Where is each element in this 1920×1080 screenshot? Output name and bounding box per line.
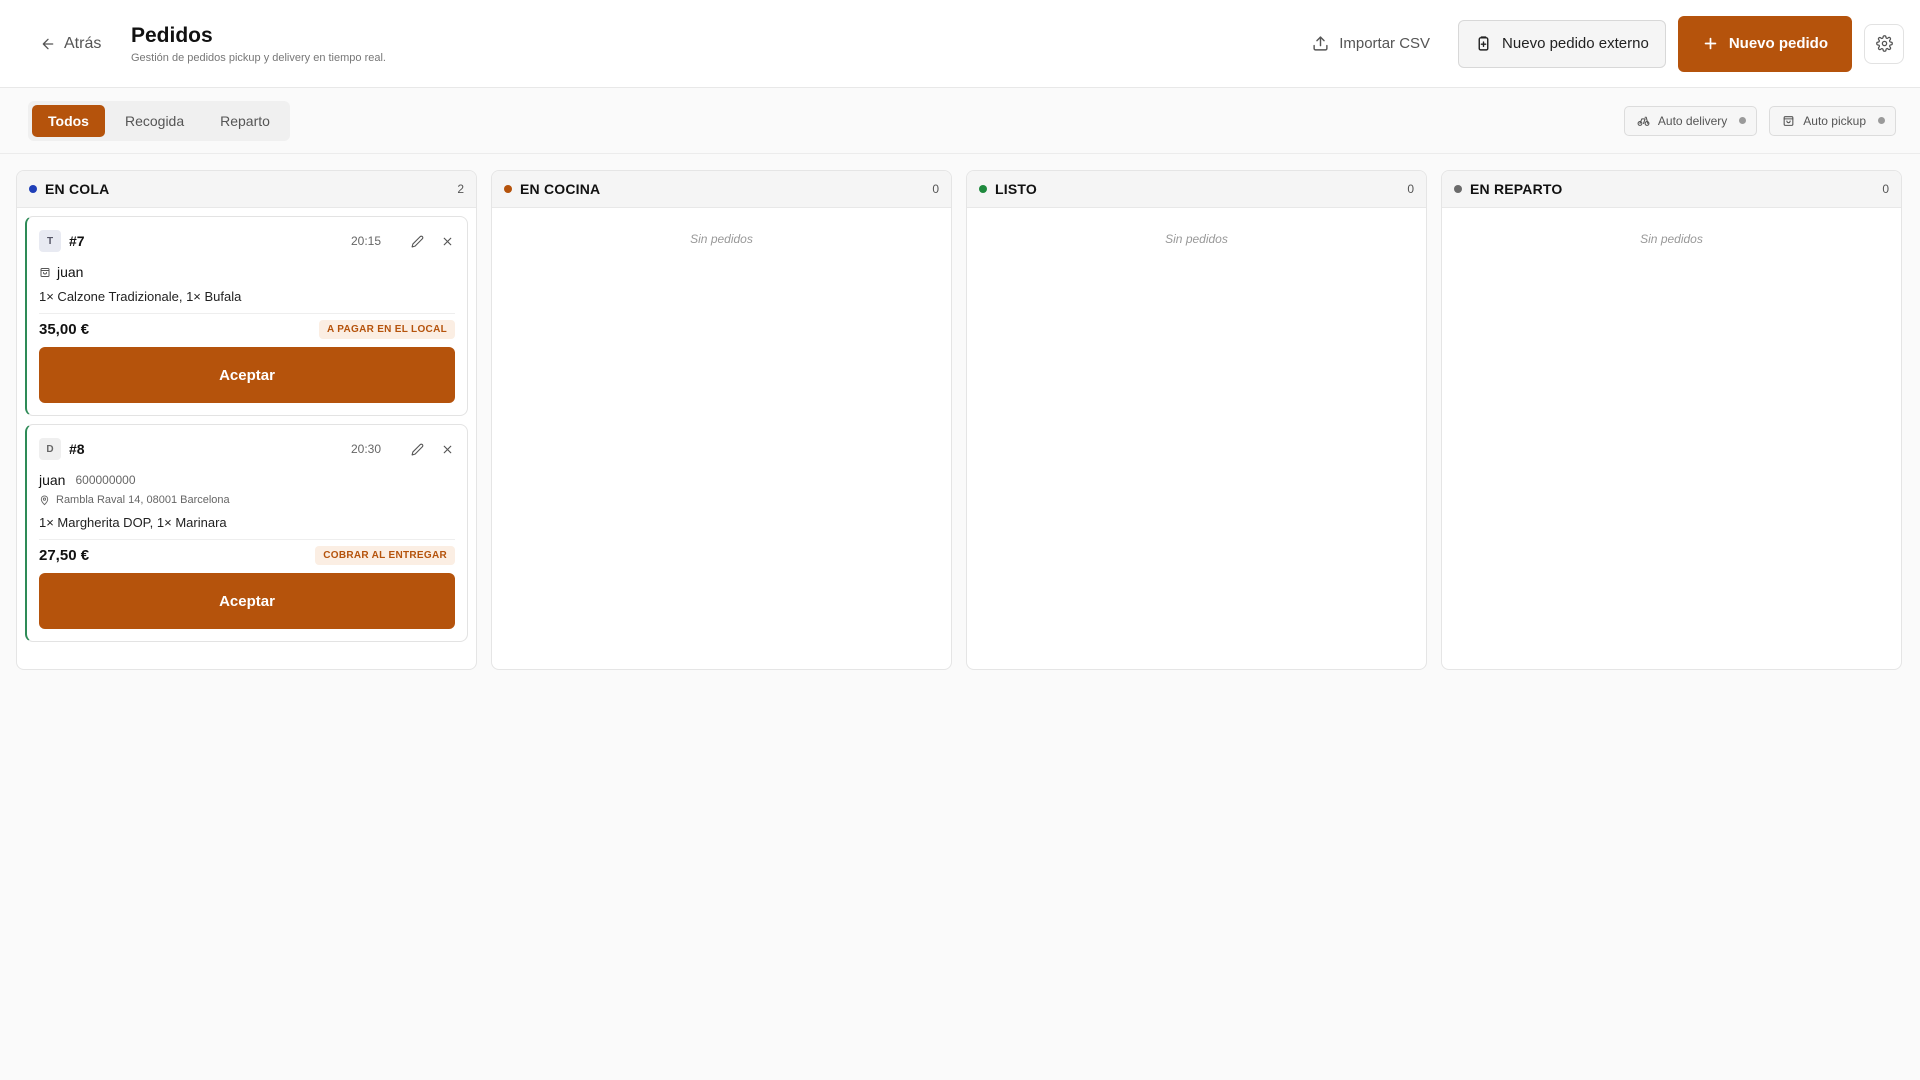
order-footer: 35,00 € A PAGAR EN EL LOCAL [39,313,455,339]
upload-icon [1313,36,1328,51]
order-time: 20:15 [350,234,381,248]
customer-name: juan [39,472,66,488]
auto-delivery-toggle[interactable]: Auto delivery [1623,105,1758,136]
auto-toggles: Auto delivery Auto pickup [1623,105,1896,136]
column-title: EN COCINA [520,181,601,197]
bike-icon [1637,116,1650,126]
column-header: EN REPARTO 0 [1442,171,1901,208]
order-card-top: D #8 20:30 [39,437,455,461]
tab-recogida[interactable]: Recogida [109,105,200,137]
order-items: 1× Margherita DOP, 1× Marinara [39,515,227,530]
kanban-board: EN COLA 2 T #7 20:15 juan 1× Calzone Tra… [0,154,1920,670]
column-title: EN COLA [45,181,110,197]
status-dot [1739,117,1747,124]
clipboard-plus-icon [1478,36,1489,51]
new-order-label: Nuevo pedido [1728,35,1828,52]
order-price: 35,00 € [39,321,90,338]
new-external-order-label: Nuevo pedido externo [1502,35,1649,52]
import-csv-button[interactable]: Importar CSV [1296,20,1446,68]
title-block: Pedidos Gestión de pedidos pickup y deli… [131,23,386,64]
empty-message: Sin pedidos [1165,232,1228,246]
order-type-badge: T [39,230,61,252]
cancel-order-button[interactable] [439,233,455,249]
status-dot [979,185,987,193]
customer-name: juan [57,264,84,280]
header-actions: Importar CSV Nuevo pedido externo Nuevo … [1296,15,1904,72]
order-number: #7 [69,233,85,249]
back-label: Atrás [64,34,102,52]
tab-todos[interactable]: Todos [32,104,105,137]
new-external-order-button[interactable]: Nuevo pedido externo [1458,19,1666,68]
page-subtitle: Gestión de pedidos pickup y delivery en … [131,52,386,65]
order-card-top: T #7 20:15 [39,229,455,253]
order-number: #8 [69,441,85,457]
order-type-tabs: Todos Recogida Reparto [28,100,290,141]
column-header: EN COLA 2 [17,171,476,208]
order-items: 1× Calzone Tradizionale, 1× Bufala [39,289,242,304]
import-csv-label: Importar CSV [1339,35,1431,52]
edit-button[interactable] [409,233,425,249]
status-dot [1878,117,1885,124]
edit-button[interactable] [409,441,425,457]
column-header: LISTO 0 [967,171,1426,208]
column-en-cola: EN COLA 2 T #7 20:15 juan 1× Calzone Tra… [16,170,477,670]
address-row: Rambla Raval 14, 08001 Barcelona [39,494,455,506]
page-header: Atrás Pedidos Gestión de pedidos pickup … [0,0,1920,88]
accept-button[interactable]: Aceptar [39,573,455,629]
map-pin-icon [40,495,49,505]
bag-icon [40,268,50,277]
column-count: 0 [1882,182,1889,196]
empty-message: Sin pedidos [690,232,753,246]
column-en-reparto: EN REPARTO 0 Sin pedidos [1441,170,1902,670]
column-title: EN REPARTO [1470,181,1563,197]
close-icon [443,445,451,453]
customer-phone: 600000000 [75,473,136,487]
customer-row: juan [39,264,455,280]
back-button[interactable]: Atrás [40,35,131,53]
column-count: 2 [457,182,464,196]
pencil-icon [411,235,423,247]
page-title: Pedidos [131,23,213,47]
bag-icon [1783,116,1794,126]
payment-badge: COBRAR AL ENTREGAR [315,546,455,565]
order-time: 20:30 [350,442,381,456]
column-body: T #7 20:15 juan 1× Calzone Tradizionale,… [17,208,476,658]
column-en-cocina: EN COCINA 0 Sin pedidos [491,170,952,670]
arrow-left-icon [42,38,54,49]
settings-button[interactable] [1864,23,1904,64]
payment-badge: A PAGAR EN EL LOCAL [319,320,455,339]
column-header: EN COCINA 0 [492,171,951,208]
column-count: 0 [1407,182,1414,196]
column-listo: LISTO 0 Sin pedidos [966,170,1427,670]
auto-delivery-label: Auto delivery [1657,113,1728,128]
order-card[interactable]: T #7 20:15 juan 1× Calzone Tradizionale,… [25,216,468,416]
column-count: 0 [932,182,939,196]
gear-icon [1875,35,1893,52]
order-price: 27,50 € [39,547,90,564]
pencil-icon [411,443,423,455]
close-icon [443,237,451,245]
customer-row: juan 600000000 [39,472,455,488]
order-type-badge: D [39,438,61,460]
new-order-button[interactable]: Nuevo pedido [1677,15,1852,72]
auto-pickup-label: Auto pickup [1803,113,1866,128]
status-dot [29,185,37,193]
delivery-address: Rambla Raval 14, 08001 Barcelona [56,494,230,506]
accept-button[interactable]: Aceptar [39,347,455,403]
status-dot [1454,185,1462,193]
plus-icon [1704,37,1717,50]
tab-reparto[interactable]: Reparto [204,105,286,137]
auto-pickup-toggle[interactable]: Auto pickup [1769,105,1896,136]
toolbar: Todos Recogida Reparto Auto delivery Aut… [0,88,1920,154]
empty-message: Sin pedidos [1640,232,1703,246]
order-card[interactable]: D #8 20:30 juan 600000000 Rambla Raval 1… [25,424,468,642]
status-dot [504,185,512,193]
column-title: LISTO [995,181,1037,197]
cancel-order-button[interactable] [439,441,455,457]
order-footer: 27,50 € COBRAR AL ENTREGAR [39,539,455,565]
